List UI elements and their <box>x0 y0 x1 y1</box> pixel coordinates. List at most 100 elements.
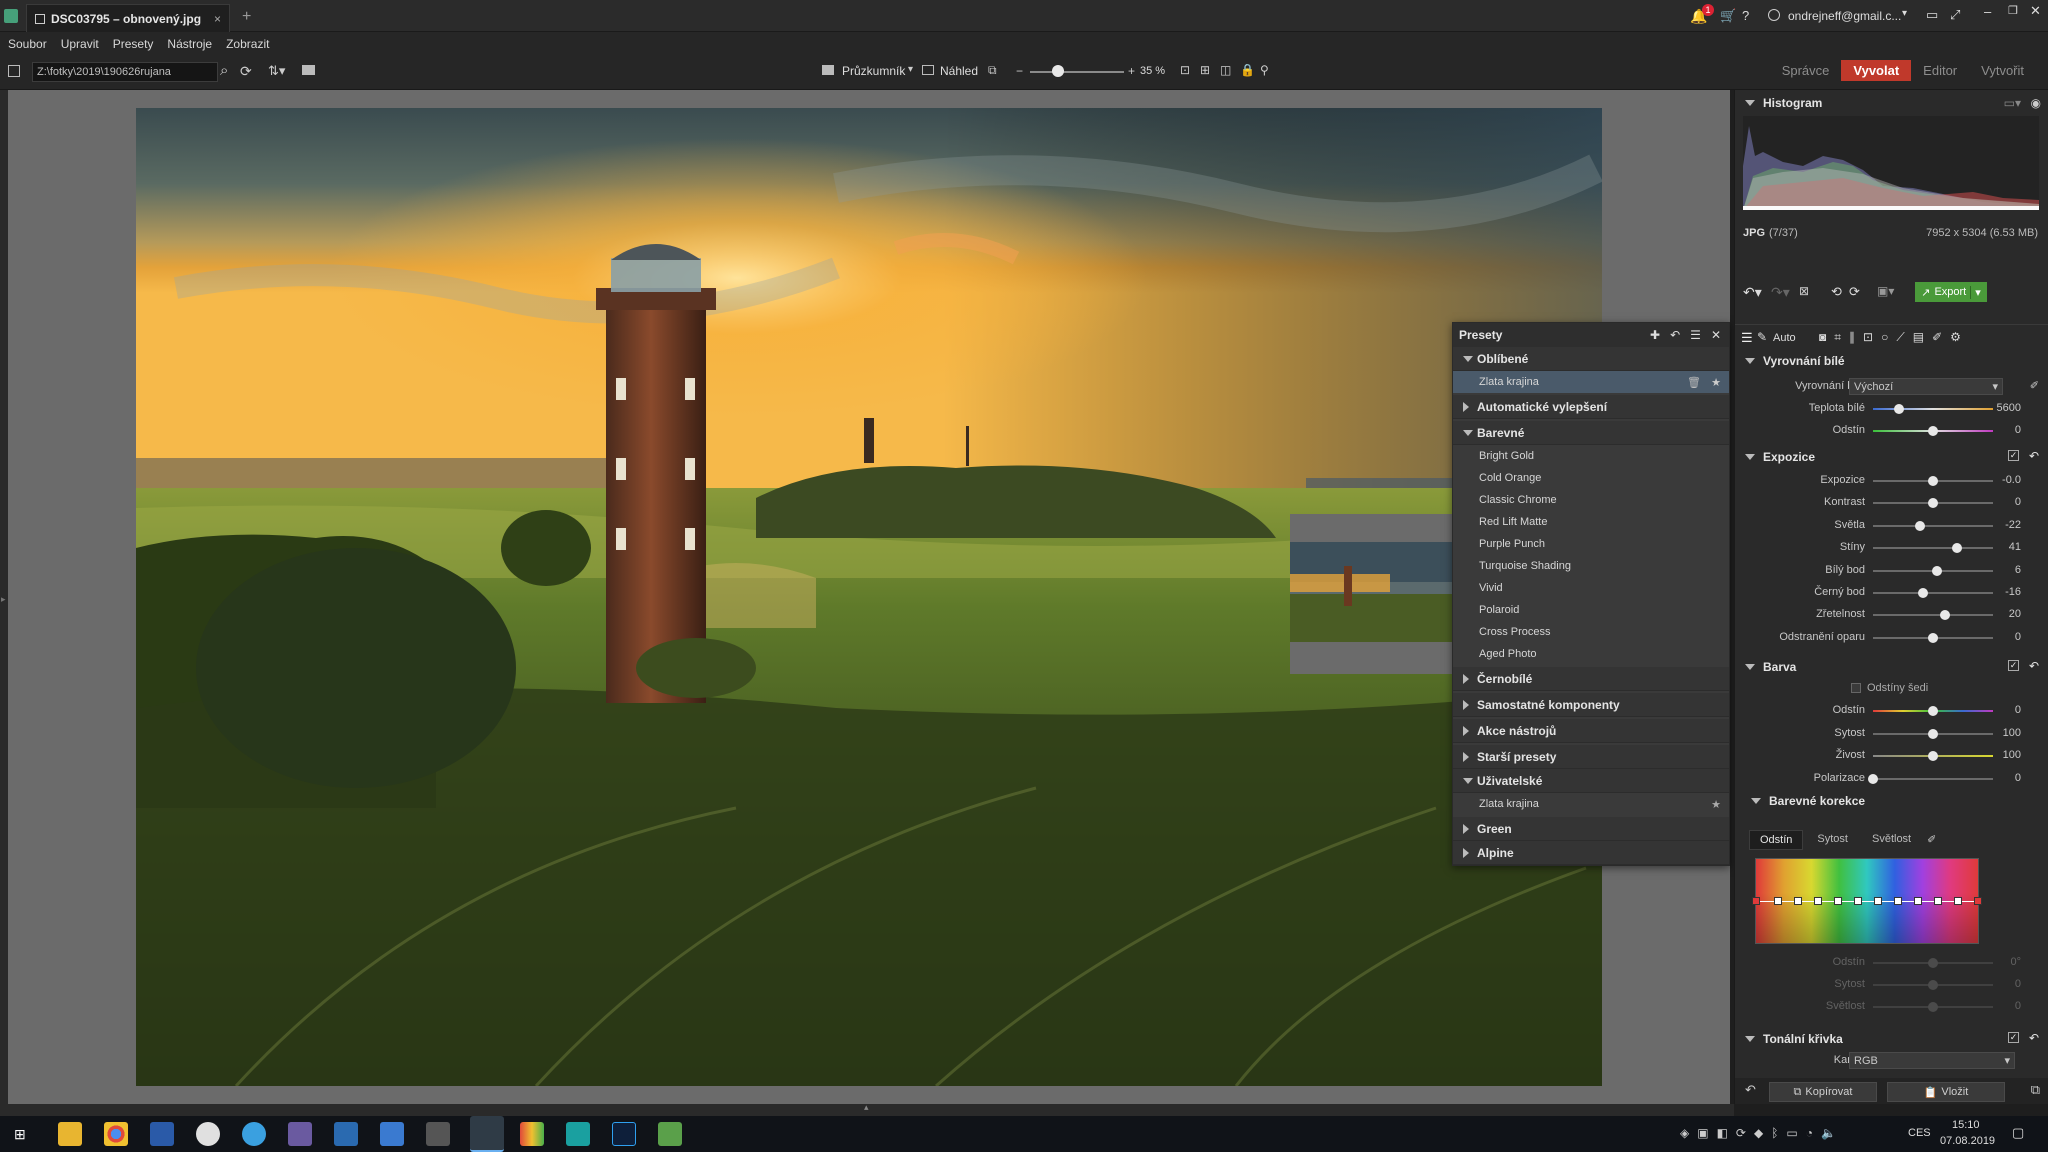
fill-icon[interactable]: ⊞ <box>1200 63 1210 77</box>
preset-group-older[interactable]: Starší presety <box>1453 745 1729 769</box>
straighten-icon[interactable]: ∥ <box>1849 330 1855 345</box>
close-icon[interactable]: ✕ <box>1711 328 1721 342</box>
hue-control-point[interactable] <box>1894 897 1902 905</box>
pen-icon[interactable]: ✐ <box>1932 330 1942 345</box>
tray-bluetooth-icon[interactable]: ᛒ <box>1771 1126 1778 1140</box>
hue-control-point[interactable] <box>1794 897 1802 905</box>
language-indicator[interactable]: CES <box>1908 1127 1931 1139</box>
windows-start-icon[interactable]: ⊞ <box>14 1126 26 1143</box>
rotate-right-icon[interactable]: ⟳ <box>1849 284 1860 300</box>
duplicate-icon[interactable]: ⧉ <box>2031 1082 2040 1098</box>
calculator-icon[interactable] <box>426 1122 450 1146</box>
menu-upravit[interactable]: Upravit <box>61 37 99 51</box>
color-slider-knob[interactable] <box>1928 751 1938 762</box>
exposure-header[interactable]: Expozice ✓ ↶ <box>1735 446 2048 468</box>
wb-mode-select[interactable]: Výchozí ▾ <box>1849 378 2003 395</box>
reset-icon[interactable]: ↶ <box>2029 1031 2039 1045</box>
preset-item[interactable]: Cross Process <box>1453 621 1729 643</box>
tab-hue[interactable]: Odstín <box>1749 830 1804 850</box>
exposure-slider-knob[interactable] <box>1931 565 1942 576</box>
clock-time[interactable]: 15:10 <box>1952 1119 1980 1131</box>
preset-group-green[interactable]: Green <box>1453 817 1729 841</box>
restore-icon[interactable]: ❐ <box>2008 4 2018 17</box>
person-zoom-icon[interactable]: ⚲ <box>1260 63 1269 77</box>
preset-item[interactable]: Classic Chrome <box>1453 489 1729 511</box>
fullscreen-icon[interactable]: ⤢ <box>1950 7 1960 23</box>
menu-icon[interactable]: ☰ <box>1690 328 1701 342</box>
white-balance-header[interactable]: Vyrovnání bílé <box>1735 350 2048 372</box>
chrome-icon[interactable] <box>104 1122 128 1146</box>
notifications-icon[interactable]: ▢ <box>2012 1125 2024 1141</box>
hue-control-point[interactable] <box>1834 897 1842 905</box>
preset-group-favorites[interactable]: Oblíbené <box>1453 347 1729 371</box>
preset-item-user[interactable]: Zlata krajina ★ <box>1453 793 1729 815</box>
chevron-down-icon[interactable]: ▾ <box>1902 8 1907 19</box>
enable-checkbox[interactable]: ✓ <box>2008 450 2019 461</box>
teamviewer-icon[interactable] <box>242 1122 266 1146</box>
hue-curve-editor[interactable] <box>1752 858 1982 944</box>
app-w-icon[interactable] <box>196 1122 220 1146</box>
mode-vytvorit[interactable]: Vytvořit <box>1969 60 2036 81</box>
mode-vyvolat[interactable]: Vyvolat <box>1841 60 1912 81</box>
clipping-icon[interactable]: ◉ <box>2031 96 2041 110</box>
copy-button[interactable]: ⧉ Kopírovat <box>1769 1082 1877 1102</box>
color-slider-knob[interactable] <box>1928 728 1938 739</box>
color-header[interactable]: Barva ✓ ↶ <box>1735 656 2048 678</box>
menu-soubor[interactable]: Soubor <box>8 37 47 51</box>
preset-item[interactable]: Vivid <box>1453 577 1729 599</box>
preset-item[interactable]: Turquoise Shading <box>1453 555 1729 577</box>
histogram-mode-icon[interactable]: ▭▾ <box>2004 96 2021 110</box>
exposure-slider-knob[interactable] <box>1914 520 1925 531</box>
remote-desktop-icon[interactable] <box>334 1122 358 1146</box>
paste-button[interactable]: 📋 Vložit <box>1887 1082 2005 1102</box>
grayscale-checkbox[interactable] <box>1851 683 1861 693</box>
hue-control-point[interactable] <box>1774 897 1782 905</box>
folder-open-icon[interactable] <box>302 65 315 75</box>
wb-slider-knob[interactable] <box>1894 404 1905 414</box>
preset-item[interactable]: Red Lift Matte <box>1453 511 1729 533</box>
new-tab-button[interactable]: + <box>242 8 251 26</box>
hue-control-point[interactable] <box>1854 897 1862 905</box>
minimize-icon[interactable]: – <box>1984 4 1991 19</box>
exposure-slider-knob[interactable] <box>1918 588 1929 598</box>
reset-icon[interactable]: ↶ <box>2029 659 2039 673</box>
tray-chat-icon[interactable]: ◧ <box>1717 1126 1728 1140</box>
tone-curve-header[interactable]: Tonální křivka ✓ ↶ <box>1735 1028 2048 1050</box>
color-correction-header[interactable]: Barevné korekce <box>1735 790 2048 812</box>
zoner-active-icon[interactable] <box>470 1116 504 1152</box>
transform-icon[interactable]: ⊡ <box>1863 330 1873 345</box>
exposure-slider[interactable] <box>1873 547 1993 550</box>
preset-item[interactable]: Cold Orange <box>1453 467 1729 489</box>
hue-control-point[interactable] <box>1954 897 1962 905</box>
enable-checkbox[interactable]: ✓ <box>2008 660 2019 671</box>
word-icon[interactable] <box>150 1122 174 1146</box>
gradient-icon[interactable]: ▤ <box>1913 330 1924 345</box>
cart-icon[interactable]: 🛒 <box>1720 8 1736 24</box>
exposure-slider-knob[interactable] <box>1940 610 1950 621</box>
camera-icon[interactable]: ◙ <box>1819 330 1826 345</box>
tray-shield-icon[interactable]: ◈ <box>1680 1126 1689 1140</box>
clock-date[interactable]: 07.08.2019 <box>1940 1135 1995 1147</box>
circle-icon[interactable]: ○ <box>1881 330 1888 345</box>
tab-saturation[interactable]: Sytost <box>1803 830 1862 850</box>
document-tab[interactable]: DSC03795 – obnovený.jpg × <box>26 4 230 32</box>
browser-button[interactable]: Průzkumník <box>842 64 905 78</box>
tray-sync-icon[interactable]: ⟳ <box>1736 1126 1746 1140</box>
exposure-slider-knob[interactable] <box>1928 476 1938 486</box>
account-name[interactable]: ondrejneff@gmail.c... <box>1788 9 1901 23</box>
zoom-slider-knob[interactable] <box>1052 65 1065 77</box>
zoom-out-icon[interactable]: − <box>1016 64 1023 78</box>
color-slider[interactable] <box>1873 777 1993 780</box>
preset-item-favorite[interactable]: Zlata krajina 🗑 ★ <box>1453 371 1729 393</box>
eyedropper-icon[interactable]: ✐ <box>1921 830 1942 850</box>
preset-group-auto[interactable]: Automatické vylepšení <box>1453 395 1729 419</box>
preset-group-tool-actions[interactable]: Akce nástrojů <box>1453 719 1729 743</box>
preset-item[interactable]: Aged Photo <box>1453 643 1729 665</box>
histogram-header[interactable]: Histogram ▭▾ ◉ <box>1735 92 2048 114</box>
hue-control-point[interactable] <box>1752 897 1760 905</box>
compare-icon[interactable]: ◫ <box>1220 63 1231 77</box>
preview-button[interactable]: Náhled <box>940 64 978 78</box>
preset-group-components[interactable]: Samostatné komponenty <box>1453 693 1729 717</box>
exposure-slider[interactable] <box>1873 592 1993 594</box>
mode-editor[interactable]: Editor <box>1911 60 1969 81</box>
